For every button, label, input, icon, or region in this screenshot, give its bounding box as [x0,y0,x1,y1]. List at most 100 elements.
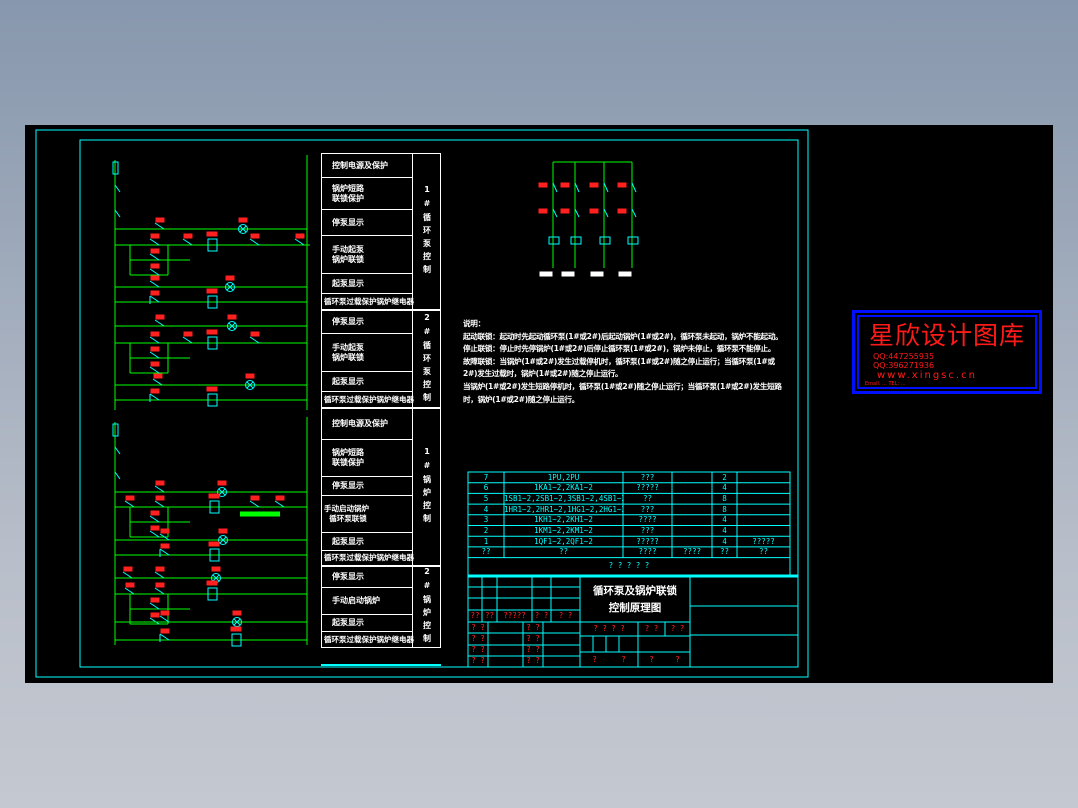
panel-group-label: 1#循环泵控制 [422,185,432,278]
table-cell: ????? [636,536,659,546]
table-footer: ? ? ? ? ? [608,561,650,570]
component-label-mark [227,314,237,320]
load-label-mark [561,271,575,277]
panel-row-label: 起泵显示 [321,274,412,294]
table-cell: 4 [722,483,727,493]
table-cell: 4 [483,504,489,514]
contactor-symbol [631,208,637,218]
component-label-mark [560,182,570,188]
panel-row-label: 手动启动锅炉 循环泵联锁 [321,496,412,533]
component-label-mark [150,388,160,394]
component-label-mark [206,329,218,335]
panel-row-label: 停泵显示 [321,477,412,496]
title-block-cell: ? [621,655,626,664]
notes-heading: 说明： [463,319,485,328]
contact-symbol [182,238,193,246]
title-block-cell: ? ? [471,623,485,632]
component-label-mark [150,346,160,352]
table-cell: ???? [682,547,702,557]
contact-symbol [159,633,170,641]
component-label-mark [125,495,135,501]
table-cell: ?? [558,547,569,557]
panel-row-label: 循环泵过载保护锅炉继电器 [321,551,414,566]
breaker-symbol [552,182,558,193]
component-label-mark [206,580,218,586]
table-cell: ??? [640,472,655,482]
panel-group-box: 2#循环泵控制 [412,310,441,408]
watermark-contact: Email: ... TEL: ... [865,381,906,387]
component-label-mark [150,525,160,531]
contact-symbol [154,571,165,579]
title-block-cell: ? ? [534,611,549,620]
component-label-mark [217,480,227,486]
component-label-mark [560,208,570,214]
component-label-mark [238,217,248,223]
table-cell: ?? [642,493,653,503]
table-cell: 8 [722,504,727,514]
table-cell: 1 [483,536,489,546]
component-label-mark [160,543,170,549]
breaker-symbol [631,182,637,193]
contact-symbol [154,222,165,230]
contact-symbol [249,500,260,508]
panel-group-label: 1#锅炉控制 [422,447,432,527]
breaker-symbol [574,182,580,193]
contact-symbol [274,500,285,508]
table-cell: 1KM1~2,2KM1~2 [534,526,593,535]
title-block-cell: ? ? [526,656,540,665]
note-line: 故障联锁：当锅炉(1#或2#)发生过载停机时，循环泵(1#或2#)随之停止运行；… [463,356,775,379]
component-label-mark [589,208,599,214]
panel-row-label: 停泵显示 [321,210,412,236]
contact-symbol [154,319,165,327]
watermark-url: www.xingsc.cn [877,370,977,381]
component-label-mark [206,288,218,294]
component-label-mark [183,331,193,337]
contact-symbol [154,587,165,595]
component-label-mark [150,361,160,367]
title-block-cell: ? ? [471,656,485,665]
contact-symbol [154,500,165,508]
panel-row-label: 停泵显示 [321,566,412,588]
component-label-mark [155,480,165,486]
table-cell: 2 [722,472,727,482]
contact-symbol [149,515,160,523]
table-cell: 4 [722,515,727,525]
panel-group-box: 1#循环泵控制 [412,153,441,310]
table-cell: 1HR1~2,2HR1~2,1HG1~2,2HG1~2 [504,504,623,514]
panel-row-label: 手动起泵 锅炉联锁 [321,334,412,372]
contact-symbol [149,238,160,246]
contact-symbol [182,336,193,344]
load-label-mark [618,271,632,277]
component-label-mark [155,217,165,223]
notes: 说明： 起动联锁：起动时先起动循环泵(1#或2#)后起动锅炉(1#或2#)，循环… [463,318,783,406]
component-label-mark [150,597,160,603]
table-cell: ????? [752,536,775,546]
title-block-cell: ? ? [471,634,485,643]
title-block-cell: ? ? [526,634,540,643]
table-cell: 1QF1~2,2QF1~2 [534,536,593,546]
title-block-cell: ?? [470,611,480,620]
contact-symbol [124,587,135,595]
component-label-mark [250,233,260,239]
component-label-mark [617,208,627,214]
contact-symbol [122,571,133,579]
component-label-mark [150,275,160,281]
contact-symbol [249,336,260,344]
table-cell: ????? [636,483,659,493]
contact-symbol [249,238,260,246]
component-label-mark [150,263,160,269]
panel-row-label: 循环泵过载保护锅炉继电器 [321,392,414,408]
component-label-mark [150,290,160,296]
component-label-mark [155,314,165,320]
panel-row-label: 控制电源及保护 [321,153,412,178]
table-cell: 3 [483,515,489,525]
panel-row-label: 手动起泵 锅炉联锁 [321,236,412,274]
panel-row-label: 起泵显示 [321,533,412,551]
table-cell: ?? [481,547,491,557]
title-block-cell: ? [592,655,597,664]
panel-group-box: 2#锅炉控制 [412,566,441,648]
table-cell: 5 [483,493,489,503]
table-cell: 1KH1~2,2KH1~2 [534,515,593,525]
title-block-cell: ?? [484,611,495,620]
component-label-mark [155,582,165,588]
